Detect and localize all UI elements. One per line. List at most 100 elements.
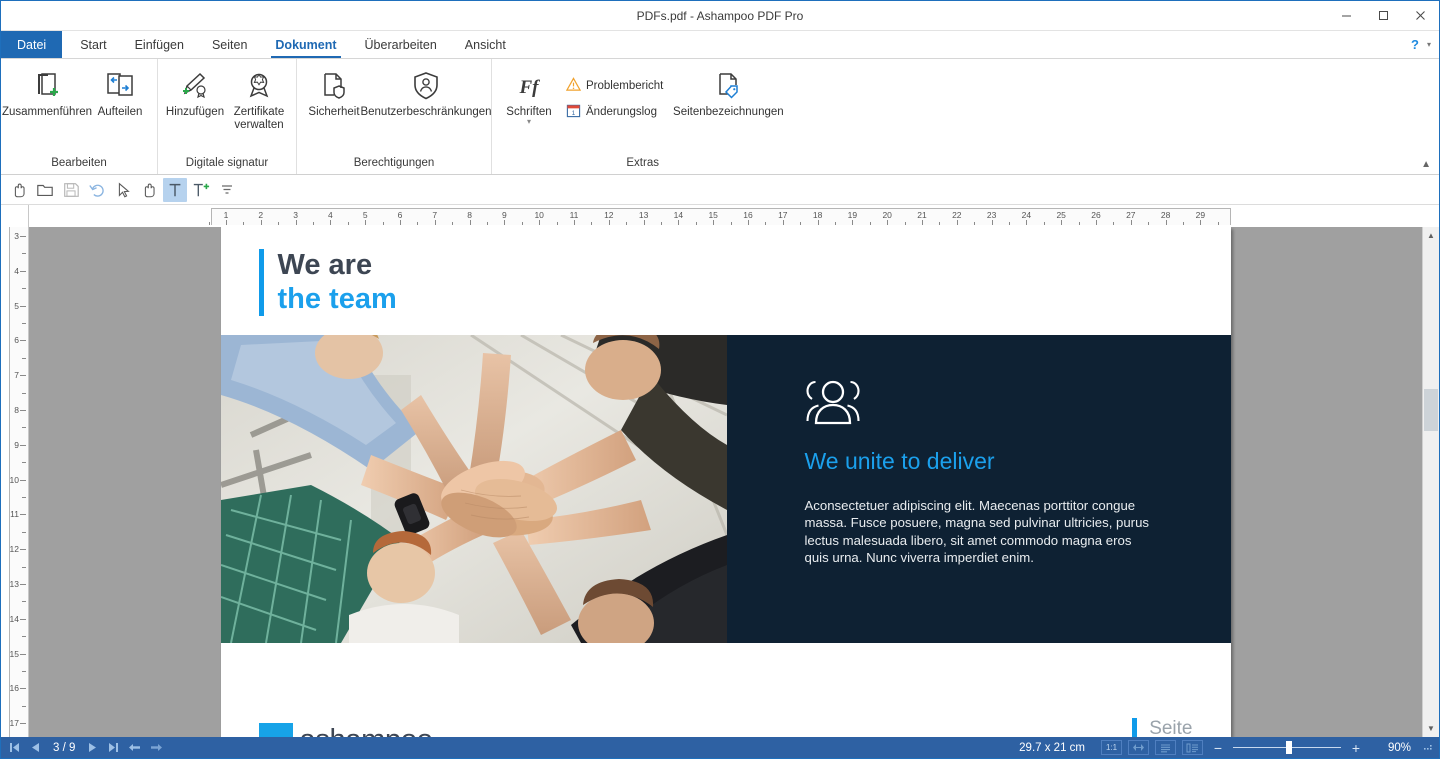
ruler-tick-label: 23 <box>987 210 996 220</box>
split-button[interactable]: Aufteilen <box>89 65 151 122</box>
ruler-tick-major <box>1061 220 1062 225</box>
resize-grip-icon[interactable] <box>1423 741 1433 754</box>
ruler-tick-label: 20 <box>882 210 891 220</box>
vertical-ruler[interactable]: 3456789101112131415161718 <box>1 227 29 737</box>
vruler-tick-minor <box>22 358 26 359</box>
last-page-button[interactable] <box>104 739 123 756</box>
security-button[interactable]: Sicherheit <box>303 65 365 122</box>
add-signature-icon <box>178 68 212 104</box>
add-signature-button[interactable]: Hinzufügen <box>164 65 226 122</box>
vertical-scrollbar[interactable]: ▲ ▼ <box>1422 227 1439 737</box>
ruler-tick-minor <box>905 222 906 225</box>
security-button-label: Sicherheit <box>308 106 359 119</box>
document-area: 3456789101112131415161718 We are the tea… <box>1 227 1439 737</box>
merge-button[interactable]: Zusammenführen <box>7 65 87 122</box>
zoom-level-label[interactable]: 90% <box>1371 742 1411 754</box>
minimize-button[interactable] <box>1328 1 1365 31</box>
page-indicator[interactable]: 3 / 9 <box>47 742 81 754</box>
vruler-tick-major <box>20 410 26 411</box>
single-page-button[interactable] <box>1155 740 1176 755</box>
ruler-tick-major <box>922 220 923 225</box>
close-button[interactable] <box>1402 1 1439 31</box>
tab-ansicht[interactable]: Ansicht <box>451 31 520 58</box>
vruler-tick-label: 17 <box>10 718 19 728</box>
fit-width-button[interactable] <box>1128 740 1149 755</box>
page-labels-button[interactable]: Seitenbezeichnungen <box>669 65 787 122</box>
undo-icon[interactable] <box>85 178 109 202</box>
zoom-out-button[interactable]: − <box>1209 740 1227 756</box>
ruler-tick-label: 8 <box>467 210 472 220</box>
horizontal-ruler[interactable]: 1234567891011121314151617181920212223242… <box>29 205 1439 227</box>
previous-page-button[interactable] <box>26 739 45 756</box>
maximize-button[interactable] <box>1365 1 1402 31</box>
workspace: 1234567891011121314151617181920212223242… <box>1 205 1439 737</box>
actual-size-button[interactable]: 1:1 <box>1101 740 1122 755</box>
first-page-button[interactable] <box>5 739 24 756</box>
select-arrow-icon[interactable] <box>111 178 135 202</box>
help-dropdown-icon[interactable]: ▾ <box>1427 40 1431 49</box>
more-tools-icon[interactable] <box>215 178 239 202</box>
ruler-tick-label: 4 <box>328 210 333 220</box>
ruler-tick-minor <box>1148 222 1149 225</box>
ruler-tick-minor <box>487 222 488 225</box>
save-icon[interactable] <box>59 178 83 202</box>
fonts-dropdown-icon[interactable]: ▾ <box>527 119 531 125</box>
scrollbar-track[interactable] <box>1423 244 1439 720</box>
ruler-tick-label: 13 <box>639 210 648 220</box>
hand-tool-icon[interactable] <box>137 178 161 202</box>
ruler-tick-major <box>957 220 958 225</box>
help-icon[interactable]: ? <box>1411 37 1419 52</box>
text-tool-icon[interactable] <box>163 178 187 202</box>
vruler-tick-major <box>20 271 26 272</box>
three-people-icon <box>805 379 1175 430</box>
tab-einfuegen[interactable]: Einfügen <box>121 31 198 58</box>
tab-dokument[interactable]: Dokument <box>261 31 350 58</box>
ruler-tick-major <box>226 220 227 225</box>
ruler-tick-label: 25 <box>1056 210 1065 220</box>
vruler-tick-major <box>20 688 26 689</box>
scrollbar-thumb[interactable] <box>1424 389 1438 431</box>
tab-seiten[interactable]: Seiten <box>198 31 261 58</box>
user-restrictions-button[interactable]: Benutzerbeschränkungen <box>367 65 485 122</box>
open-recent-icon[interactable] <box>7 178 31 202</box>
open-folder-icon[interactable] <box>33 178 57 202</box>
add-text-icon[interactable] <box>189 178 213 202</box>
ruler-tick-minor <box>1079 222 1080 225</box>
scroll-up-button[interactable]: ▲ <box>1423 227 1439 244</box>
ruler-tick-minor <box>939 222 940 225</box>
ruler-tick-minor <box>278 222 279 225</box>
vruler-tick-major <box>20 480 26 481</box>
previous-view-button[interactable] <box>125 739 144 756</box>
vruler-tick-major <box>20 375 26 376</box>
ribbon-collapse-button[interactable]: ▲ <box>1421 159 1431 170</box>
next-page-button[interactable] <box>83 739 102 756</box>
ruler-tick-minor <box>348 222 349 225</box>
pdf-page[interactable]: We are the team <box>221 227 1231 737</box>
manage-certificates-button[interactable]: Zertifikate verwalten <box>228 65 290 135</box>
page-canvas[interactable]: We are the team <box>29 227 1422 737</box>
dark-info-panel: We unite to deliver Aconsectetuer adipis… <box>727 335 1231 643</box>
zoom-slider[interactable] <box>1233 737 1341 758</box>
zoom-in-button[interactable]: + <box>1347 740 1365 756</box>
vruler-tick-minor <box>22 427 26 428</box>
tab-ueberarbeiten[interactable]: Überarbeiten <box>351 31 451 58</box>
next-view-button[interactable] <box>146 739 165 756</box>
tab-datei[interactable]: Datei <box>1 31 62 58</box>
ruler-tick-label: 12 <box>604 210 613 220</box>
problem-report-button[interactable]: Problembericht <box>562 75 667 97</box>
scroll-down-button[interactable]: ▼ <box>1423 720 1439 737</box>
changelog-button[interactable]: 1 Änderungslog <box>562 101 667 123</box>
ruler-tick-label: 28 <box>1161 210 1170 220</box>
ruler-tick-major <box>818 220 819 225</box>
fonts-button[interactable]: Ff Schriften ▾ <box>498 65 560 128</box>
continuous-pages-button[interactable] <box>1182 740 1203 755</box>
ruler-tick-label: 18 <box>813 210 822 220</box>
vruler-tick-label: 7 <box>14 370 19 380</box>
tab-start[interactable]: Start <box>66 31 120 58</box>
ruler-tick-label: 21 <box>917 210 926 220</box>
zoom-slider-handle[interactable] <box>1286 741 1292 754</box>
window-title: PDFs.pdf - Ashampoo PDF Pro <box>1 1 1439 31</box>
ruler-tick-minor <box>1218 222 1219 225</box>
ruler-tick-minor <box>383 222 384 225</box>
ruler-tick-label: 26 <box>1091 210 1100 220</box>
